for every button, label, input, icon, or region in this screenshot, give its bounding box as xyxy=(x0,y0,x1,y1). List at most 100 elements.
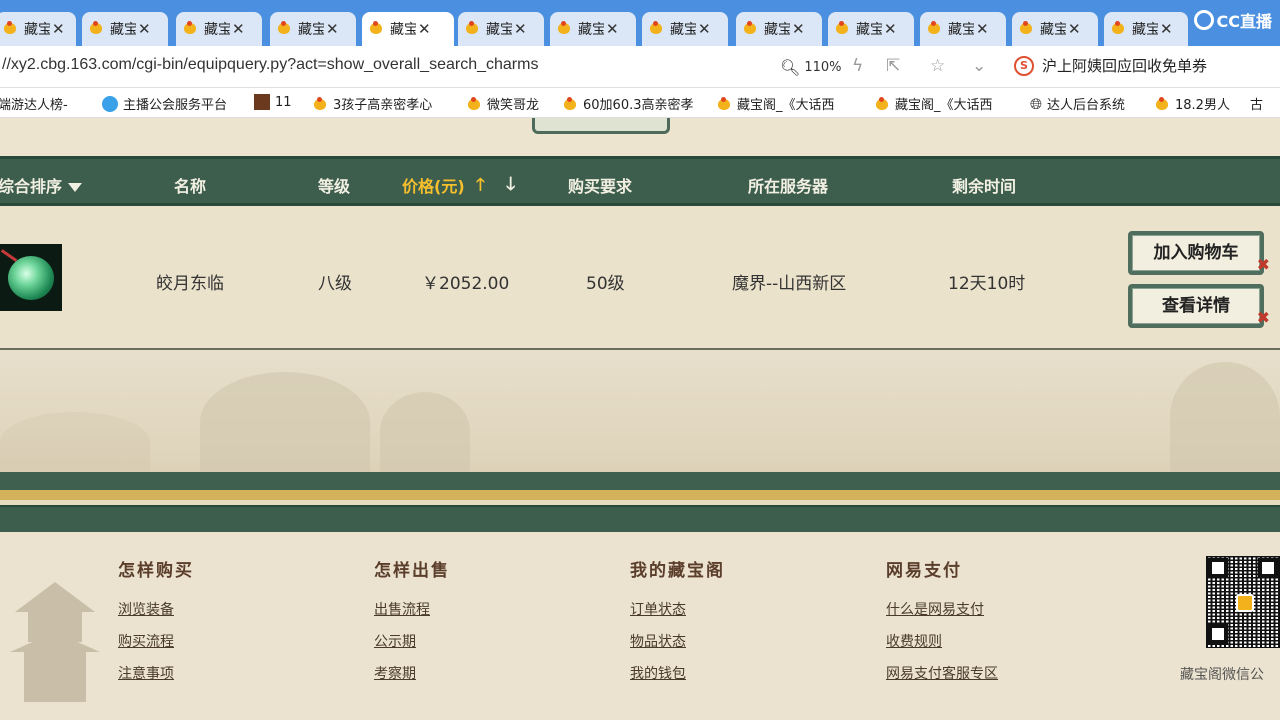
tab-close-icon[interactable]: ✕ xyxy=(698,20,711,38)
browser-tab[interactable]: 藏宝 ✕ xyxy=(828,12,914,46)
footer-link[interactable]: 考察期 xyxy=(374,663,450,683)
url-field[interactable]: //xy2.cbg.163.com/cgi-bin/equipquery.py?… xyxy=(2,56,538,74)
name-header: 名称 xyxy=(174,177,207,196)
bookmark-item[interactable]: 18.2男人 xyxy=(1154,94,1230,113)
tab-favicon-icon xyxy=(1018,21,1036,37)
bookmark-item[interactable]: 藏宝阁_《大话西 xyxy=(874,94,1013,113)
footer-link[interactable]: 浏览装备 xyxy=(118,599,194,619)
address-bar: //xy2.cbg.163.com/cgi-bin/equipquery.py?… xyxy=(0,46,1280,88)
item-time-left: 12天10时 xyxy=(948,274,1026,294)
lightning-icon[interactable]: ϟ xyxy=(852,56,863,76)
footer-link[interactable]: 什么是网易支付 xyxy=(886,599,998,619)
time-left-header: 剩余时间 xyxy=(952,177,1017,196)
tab-close-icon[interactable]: ✕ xyxy=(232,20,245,38)
page-content: 综合排序 名称 等级 价格(元) 🡑 🡓 购买要求 所在服务器 剩余时间 皎月东… xyxy=(0,118,1280,720)
view-detail-button[interactable]: 查看详情 ✖ xyxy=(1128,284,1270,328)
bookmark-label: 3孩子高亲密孝心 xyxy=(333,98,433,113)
chick-icon xyxy=(466,96,482,111)
tab-close-icon[interactable]: ✕ xyxy=(1068,20,1081,38)
tab-favicon-icon xyxy=(464,21,482,37)
search-box[interactable]: S 沪上阿姨回应回收免单券 xyxy=(1014,55,1207,76)
browser-tab[interactable]: 藏宝 ✕ xyxy=(920,12,1006,46)
tab-label: 藏宝 xyxy=(578,22,604,38)
decor-band xyxy=(0,505,1280,532)
footer-link[interactable]: 网易支付客服专区 xyxy=(886,663,998,683)
footer-link[interactable]: 购买流程 xyxy=(118,631,194,651)
footer-link[interactable]: 订单状态 xyxy=(630,599,725,619)
item-name[interactable]: 皎月东临 xyxy=(156,269,224,294)
bookmark-item[interactable]: 11 xyxy=(254,94,292,110)
bookmark-item[interactable]: 微笑哥龙 xyxy=(466,94,539,113)
tab-close-icon[interactable]: ✕ xyxy=(418,20,431,38)
pagoda-icon xyxy=(10,582,100,702)
footer-link[interactable]: 物品状态 xyxy=(630,631,725,651)
browser-tab[interactable]: 藏宝 ✕ xyxy=(0,12,76,46)
table-row: 皎月东临 八级 ￥2052.00 50级 魔界--山西新区 12天10时 加入购… xyxy=(0,206,1280,350)
tab-favicon-icon xyxy=(88,21,106,37)
bookmark-item[interactable]: 60加60.3高亲密孝 xyxy=(562,94,695,113)
tab-close-icon[interactable]: ✕ xyxy=(976,20,989,38)
footer-heading: 怎样出售 xyxy=(374,561,450,581)
bookmark-item[interactable]: 古 xyxy=(1250,94,1263,113)
bookmark-item[interactable]: 主播公会服务平台 xyxy=(102,94,227,113)
game-icon xyxy=(254,94,270,110)
tab-favicon-icon xyxy=(556,21,574,37)
share-icon[interactable]: ⇱ xyxy=(886,56,900,76)
search-button-edge[interactable] xyxy=(532,118,670,134)
tab-close-icon[interactable]: ✕ xyxy=(792,20,805,38)
browser-tab[interactable]: 藏宝 ✕ xyxy=(1104,12,1188,46)
add-to-cart-button[interactable]: 加入购物车 ✖ xyxy=(1128,231,1270,275)
footer-link[interactable]: 注意事项 xyxy=(118,663,194,683)
footer-link[interactable]: 收费规则 xyxy=(886,631,998,651)
browser-tab[interactable]: 藏宝 ✕ xyxy=(1012,12,1098,46)
zoom-indicator[interactable]: 🔍︎ 110% xyxy=(780,58,841,77)
price-sort-up-icon[interactable]: 🡑 xyxy=(476,172,485,201)
browser-tab-active[interactable]: 藏宝 ✕ xyxy=(362,12,454,46)
knot-decoration-icon: ✖ xyxy=(1256,308,1270,327)
bookmark-label: 微笑哥龙 xyxy=(487,98,540,113)
bookmark-item[interactable]: 3孩子高亲密孝心 xyxy=(312,94,451,113)
tab-close-icon[interactable]: ✕ xyxy=(138,20,151,38)
browser-tab[interactable]: 藏宝 ✕ xyxy=(550,12,636,46)
bookmark-label: 18.2男人 xyxy=(1175,98,1230,113)
tab-close-icon[interactable]: ✕ xyxy=(514,20,527,38)
mountain-shape xyxy=(200,372,370,472)
search-engine-icon: S xyxy=(1014,55,1034,76)
footer-link[interactable]: 我的钱包 xyxy=(630,663,725,683)
item-level: 八级 xyxy=(318,274,352,294)
sort-header[interactable]: 综合排序 xyxy=(0,173,83,197)
tab-label: 藏宝 xyxy=(948,22,974,38)
tab-favicon-icon xyxy=(2,21,20,37)
browser-tab[interactable]: 藏宝 ✕ xyxy=(642,12,728,46)
footer-column-pay: 网易支付 什么是网易支付 收费规则 网易支付客服专区 xyxy=(886,556,998,695)
browser-tab[interactable]: 藏宝 ✕ xyxy=(82,12,168,46)
item-server: 魔界--山西新区 xyxy=(732,274,847,294)
tab-close-icon[interactable]: ✕ xyxy=(606,20,619,38)
tab-close-icon[interactable]: ✕ xyxy=(1160,20,1173,38)
tab-close-icon[interactable]: ✕ xyxy=(884,20,897,38)
browser-tab[interactable]: 藏宝 ✕ xyxy=(458,12,544,46)
item-thumbnail[interactable] xyxy=(0,244,62,311)
zoom-level: 110% xyxy=(804,60,842,75)
bookmark-label: 主播公会服务平台 xyxy=(123,98,228,113)
tab-close-icon[interactable]: ✕ xyxy=(326,20,339,38)
bookmark-item[interactable]: 🌐︎ 达人后台系统 xyxy=(1030,94,1125,114)
price-header[interactable]: 价格(元) xyxy=(402,173,465,197)
browser-tab[interactable]: 藏宝 ✕ xyxy=(176,12,262,46)
browser-tab[interactable]: 藏宝 ✕ xyxy=(736,12,822,46)
tab-label: 藏宝 xyxy=(856,22,882,38)
bookmark-item[interactable]: 端游达人榜- xyxy=(0,94,84,113)
bookmark-label: 11 xyxy=(275,94,292,110)
mountain-shape xyxy=(380,392,470,472)
tab-favicon-icon xyxy=(648,21,666,37)
price-sort-down-icon[interactable]: 🡓 xyxy=(506,172,515,202)
footer-link[interactable]: 出售流程 xyxy=(374,599,450,619)
chevron-down-icon[interactable]: ⌄ xyxy=(972,56,986,76)
tab-label: 藏宝 xyxy=(670,22,696,38)
bookmark-item[interactable]: 藏宝阁_《大话西 xyxy=(716,94,855,113)
footer-link[interactable]: 公示期 xyxy=(374,631,450,651)
star-icon[interactable]: ☆ xyxy=(930,56,945,76)
browser-tab[interactable]: 藏宝 ✕ xyxy=(270,12,356,46)
tab-close-icon[interactable]: ✕ xyxy=(52,20,65,38)
bookmark-label: 藏宝阁_《大话西 xyxy=(737,98,835,113)
